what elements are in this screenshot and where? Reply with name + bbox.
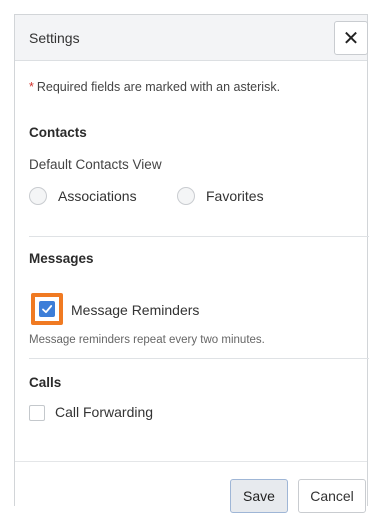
close-icon: ✕ [342,27,360,50]
default-contacts-view-label: Default Contacts View [29,157,162,172]
close-button[interactable]: ✕ [334,21,368,55]
section-divider [29,358,369,359]
dialog-title: Settings [29,30,80,46]
required-asterisk: * [29,80,34,94]
message-reminders-checkbox[interactable] [39,301,55,317]
required-fields-note: * Required fields are marked with an aste… [29,80,280,94]
radio-associations[interactable] [29,187,47,205]
radio-associations-label[interactable]: Associations [58,188,137,204]
save-button[interactable]: Save [230,479,288,513]
section-divider [29,236,369,237]
checkmark-icon [42,305,53,314]
dialog-footer: Save Cancel [15,461,367,513]
dialog-header: Settings ✕ [15,15,368,61]
call-forwarding-label[interactable]: Call Forwarding [55,404,153,420]
radio-favorites[interactable] [177,187,195,205]
settings-dialog: Settings ✕ * Required fields are marked w… [14,14,369,513]
message-reminders-label[interactable]: Message Reminders [71,302,199,318]
messages-section-title: Messages [29,251,94,266]
radio-favorites-label[interactable]: Favorites [206,188,264,204]
message-reminders-helper: Message reminders repeat every two minut… [29,334,265,346]
cancel-button[interactable]: Cancel [298,479,366,513]
calls-section-title: Calls [29,375,62,390]
required-note-text: Required fields are marked with an aster… [36,80,281,94]
contacts-section-title: Contacts [29,125,87,140]
call-forwarding-checkbox[interactable] [29,405,45,421]
